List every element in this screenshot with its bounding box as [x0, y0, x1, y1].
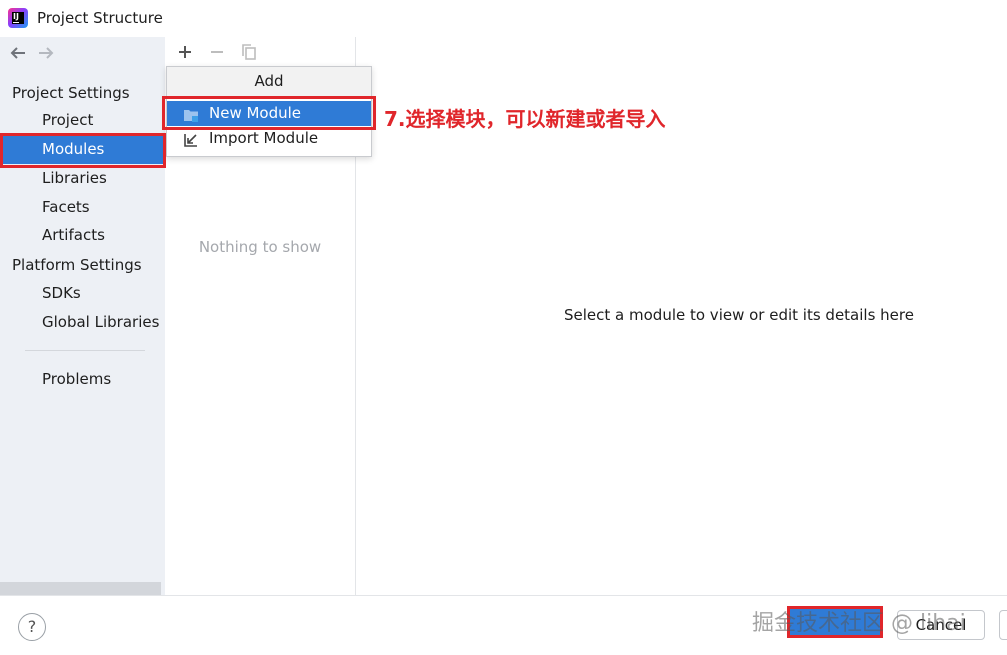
window-title: Project Structure — [37, 9, 163, 27]
title-bar: IJ Project Structure — [0, 0, 1007, 37]
sidebar-item-global-libraries[interactable]: Global Libraries — [0, 308, 165, 337]
sidebar-item-libraries[interactable]: Libraries — [0, 164, 165, 193]
sidebar-divider — [25, 350, 145, 351]
add-popup-header: Add — [167, 67, 371, 96]
apply-button[interactable] — [999, 610, 1007, 640]
highlight-modules — [0, 133, 166, 168]
copy-icon[interactable] — [237, 41, 261, 63]
sidebar-item-project[interactable]: Project — [0, 106, 165, 135]
sidebar: Project Settings Project Modules Librari… — [0, 37, 165, 595]
arrow-left-icon[interactable] — [8, 43, 28, 63]
import-icon — [183, 131, 199, 147]
plus-icon[interactable] — [173, 41, 197, 63]
highlight-new-module — [162, 96, 376, 130]
menu-item-label: Import Module — [209, 129, 319, 147]
sidebar-item-problems[interactable]: Problems — [0, 365, 165, 394]
sidebar-item-sdks[interactable]: SDKs — [0, 279, 165, 308]
help-button[interactable]: ? — [18, 613, 46, 641]
arrow-right-icon[interactable] — [36, 43, 56, 63]
intellij-idea-icon: IJ — [8, 8, 28, 28]
annotation-text: 7.选择模块，可以新建或者导入 — [384, 107, 666, 131]
minus-icon[interactable] — [205, 41, 229, 63]
watermark: 掘金技术社区 @ lihai — [752, 611, 966, 636]
modules-toolbar — [173, 41, 261, 63]
details-placeholder: Select a module to view or edit its deta… — [564, 306, 914, 324]
project-settings-header: Project Settings — [12, 84, 130, 102]
platform-settings-header: Platform Settings — [12, 256, 142, 274]
empty-list-text: Nothing to show — [198, 238, 322, 256]
nav-arrows — [8, 43, 56, 63]
sidebar-item-facets[interactable]: Facets — [0, 193, 165, 222]
sidebar-scrollbar[interactable] — [0, 582, 161, 595]
sidebar-item-artifacts[interactable]: Artifacts — [0, 221, 165, 250]
